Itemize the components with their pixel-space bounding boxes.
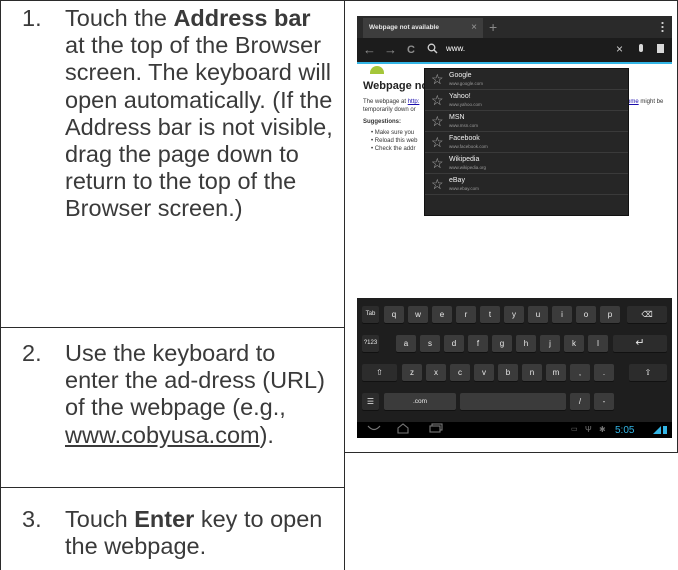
key-shift-right: ⇧ bbox=[629, 364, 667, 381]
key-h: h bbox=[516, 335, 536, 352]
key-d: d bbox=[444, 335, 464, 352]
debug-icon: ✱ bbox=[599, 425, 606, 434]
status-clock: 5:05 bbox=[615, 425, 635, 436]
step-number: 2. bbox=[22, 340, 42, 366]
on-screen-keyboard: Tab q w e r t y u i o p ⌫ ?123 a s d f g… bbox=[357, 298, 672, 438]
key-settings: ☰ bbox=[362, 393, 379, 410]
star-icon: ☆ bbox=[431, 134, 444, 150]
key-w: w bbox=[408, 306, 428, 323]
key-k: k bbox=[564, 335, 584, 352]
clear-url-icon: × bbox=[616, 42, 624, 56]
key-enter: ↵ bbox=[613, 335, 667, 352]
key-shift-left: ⇧ bbox=[362, 364, 397, 381]
example-url-link: www.cobyusa.com bbox=[65, 421, 260, 448]
key-backspace: ⌫ bbox=[627, 306, 667, 323]
list-item: • Make sure you bbox=[371, 130, 415, 136]
key-comma: , bbox=[570, 364, 590, 381]
key-v: v bbox=[474, 364, 494, 381]
star-icon: ☆ bbox=[431, 155, 444, 171]
key-m: m bbox=[546, 364, 566, 381]
key-symbols: ?123 bbox=[362, 335, 379, 352]
key-e: e bbox=[432, 306, 452, 323]
key-dash: - bbox=[594, 393, 614, 410]
step-text: Touch Enter key to open the webpage. bbox=[65, 506, 323, 560]
browser-tab: Webpage not available × bbox=[363, 18, 483, 38]
overflow-menu-icon bbox=[661, 21, 664, 33]
close-tab-icon: × bbox=[471, 22, 477, 33]
key-o: o bbox=[576, 306, 596, 323]
suggestion-google: ☆ Google www.google.com bbox=[425, 69, 628, 90]
key-l: l bbox=[588, 335, 608, 352]
star-icon: ☆ bbox=[431, 71, 444, 87]
new-tab-icon: + bbox=[489, 19, 498, 35]
home-nav-icon bbox=[397, 423, 409, 439]
table-row-divider-2 bbox=[0, 487, 344, 488]
table-column-divider bbox=[344, 0, 345, 570]
battery-icon bbox=[663, 426, 667, 434]
key-a: a bbox=[396, 335, 416, 352]
suggestion-yahoo: ☆ Yahoo! www.yahoo.com bbox=[425, 90, 628, 111]
back-nav-icon bbox=[367, 423, 381, 438]
key-j: j bbox=[540, 335, 560, 352]
key-f: f bbox=[468, 335, 488, 352]
table-image-cell-bottom bbox=[344, 452, 678, 453]
key-period: . bbox=[594, 364, 614, 381]
suggestion-facebook: ☆ Facebook www.facebook.com bbox=[425, 132, 628, 153]
usb-icon: Ψ bbox=[585, 425, 592, 434]
key-x: x bbox=[426, 364, 446, 381]
key-y: y bbox=[504, 306, 524, 323]
microphone-icon bbox=[639, 44, 643, 52]
table-left-border bbox=[0, 0, 1, 570]
key-p: p bbox=[600, 306, 620, 323]
list-item: • Reload this web bbox=[371, 138, 418, 144]
star-icon: ☆ bbox=[431, 113, 444, 129]
address-bar: ← → C www. × bbox=[357, 38, 672, 64]
step-number: 3. bbox=[22, 506, 42, 532]
suggestions-list: • Make sure you • Reload this web • Chec… bbox=[371, 129, 417, 153]
suggestion-ebay: ☆ eBay www.ebay.com bbox=[425, 174, 628, 195]
url-suggestions-dropdown: ☆ Google www.google.com ☆ Yahoo! www.yah… bbox=[424, 68, 629, 216]
bookmark-icon bbox=[657, 44, 664, 53]
key-tab: Tab bbox=[362, 306, 379, 323]
search-icon bbox=[427, 42, 438, 58]
suggestions-title: Suggestions: bbox=[363, 119, 402, 125]
key-b: b bbox=[498, 364, 518, 381]
browser-tab-bar: Webpage not available × + bbox=[357, 16, 672, 38]
keyboard-status-icon: ▭ bbox=[571, 426, 578, 433]
manual-page: 1. Touch the Address bar at the top of t… bbox=[0, 0, 678, 570]
system-navigation-bar: ▭ Ψ ✱ 5:05 bbox=[357, 422, 672, 438]
suggestion-msn: ☆ MSN www.msn.com bbox=[425, 111, 628, 132]
key-dotcom: .com bbox=[384, 393, 456, 410]
key-u: u bbox=[528, 306, 548, 323]
key-z: z bbox=[402, 364, 422, 381]
key-i: i bbox=[552, 306, 572, 323]
url-input: www. bbox=[446, 44, 466, 53]
forward-icon: → bbox=[384, 42, 397, 57]
star-icon: ☆ bbox=[431, 176, 444, 192]
browser-screenshot: Webpage not available × + ← → C www. × W… bbox=[357, 16, 672, 438]
key-n: n bbox=[522, 364, 542, 381]
list-item: • Check the addr bbox=[371, 146, 416, 152]
step-text: Touch the Address bar at the top of the … bbox=[65, 5, 333, 222]
reload-icon: C bbox=[407, 44, 415, 56]
recent-apps-icon bbox=[429, 423, 443, 438]
signal-icon bbox=[653, 426, 661, 434]
key-t: t bbox=[480, 306, 500, 323]
step-number: 1. bbox=[22, 5, 42, 31]
step-text: Use the keyboard to enter the ad-dress (… bbox=[65, 340, 325, 448]
android-logo-icon bbox=[370, 66, 384, 74]
suggestion-wikipedia: ☆ Wikipedia www.wikipedia.org bbox=[425, 153, 628, 174]
table-row-divider-1 bbox=[0, 327, 344, 328]
star-icon: ☆ bbox=[431, 92, 444, 108]
key-space bbox=[460, 393, 566, 410]
key-g: g bbox=[492, 335, 512, 352]
key-q: q bbox=[384, 306, 404, 323]
key-r: r bbox=[456, 306, 476, 323]
table-top-border bbox=[0, 0, 678, 1]
key-s: s bbox=[420, 335, 440, 352]
back-icon: ← bbox=[363, 42, 376, 57]
key-slash: / bbox=[570, 393, 590, 410]
key-c: c bbox=[450, 364, 470, 381]
